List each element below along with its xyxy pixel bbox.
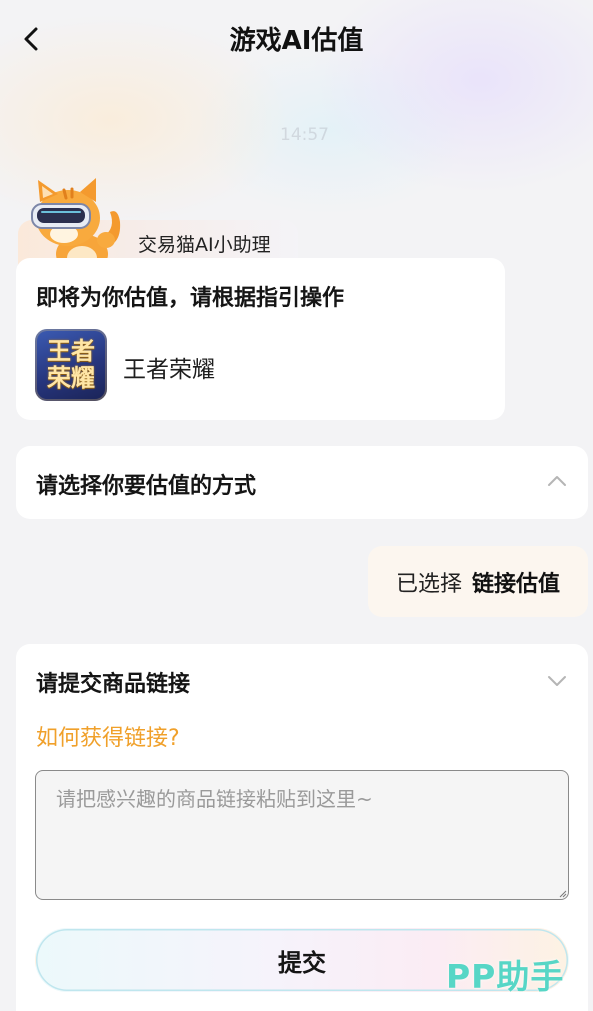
selected-method-bubble: 已选择 链接估值 — [368, 546, 588, 617]
selected-prefix: 已选择 — [395, 571, 462, 597]
chevron-up-icon[interactable] — [546, 474, 568, 488]
method-section-title: 请选择你要估值的方式 — [36, 474, 257, 499]
game-name: 王者荣耀 — [123, 357, 215, 383]
top-bar: 游戏AI估值 — [0, 0, 593, 76]
pp-assistant-watermark: PP助手 — [446, 957, 565, 996]
product-link-input[interactable] — [35, 770, 569, 900]
page-title: 游戏AI估值 — [229, 26, 364, 56]
honor-of-kings-icon: 王者 荣耀 — [35, 329, 107, 401]
valuation-method-section[interactable]: 请选择你要估值的方式 — [16, 446, 588, 519]
intro-title: 即将为你估值，请根据指引操作 — [36, 286, 345, 311]
selected-method-value: 链接估值 — [472, 571, 561, 597]
resize-grip-icon[interactable] — [559, 890, 567, 898]
game-icon-text-bottom: 荣耀 — [47, 364, 95, 392]
chevron-down-icon[interactable] — [546, 674, 568, 688]
link-section-title: 请提交商品链接 — [36, 672, 191, 697]
background-ghost-text: 14:57 — [280, 125, 329, 145]
how-to-get-link[interactable]: 如何获得链接? — [36, 720, 180, 752]
intro-card: 即将为你估值，请根据指引操作 王者 荣耀 王者荣耀 — [16, 258, 505, 420]
assistant-name: 交易猫AI小助理 — [138, 234, 271, 256]
game-icon-text-top: 王者 — [47, 337, 95, 365]
